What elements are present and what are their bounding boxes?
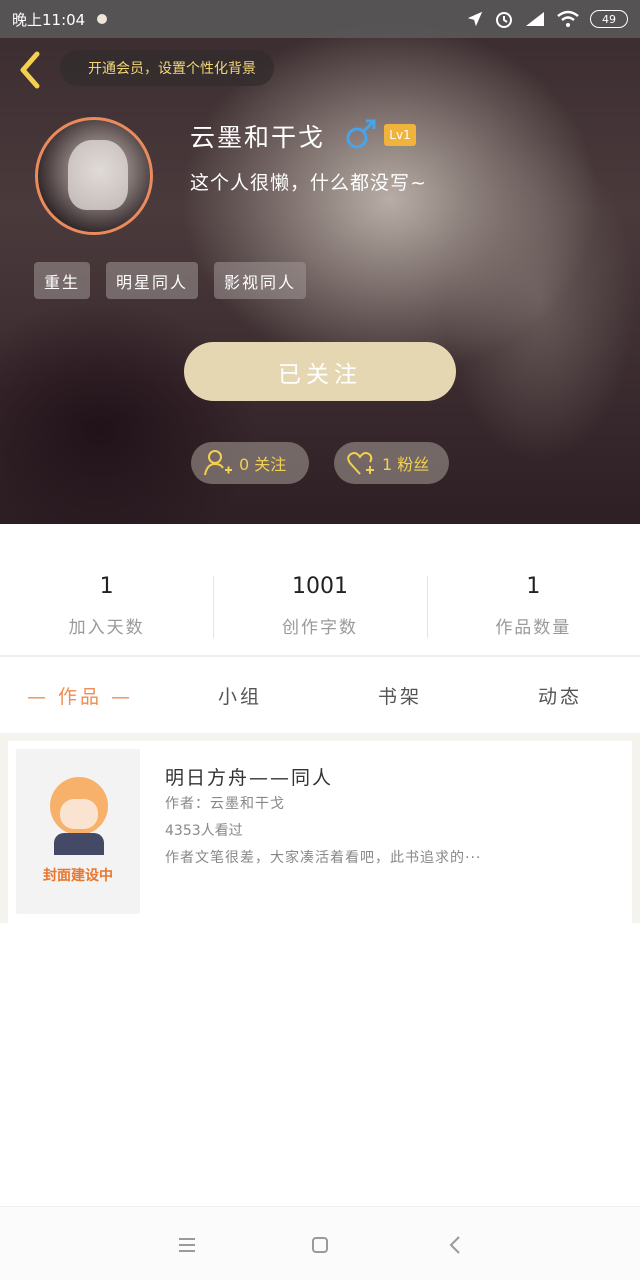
user-bio: 这个人很懒，什么都没写~ [190, 172, 427, 194]
profile-header: 晚上11:04 49 开通会员，设置个性化背景 云墨和干戈 Lv1 这个人很懒，… [0, 0, 640, 524]
chevron-left-icon [449, 1236, 460, 1254]
stat-value: 1 [99, 574, 114, 599]
battery-icon: 49 [590, 10, 628, 28]
signal-icon [526, 12, 544, 26]
fans-count: 1 粉丝 [382, 455, 430, 474]
back-button[interactable] [12, 48, 48, 92]
stat-label: 作品数量 [495, 618, 572, 638]
male-gender-icon [346, 119, 376, 149]
book-cover[interactable]: 封面建设中 [16, 749, 140, 914]
heart-plus-icon [347, 452, 374, 475]
tab-groups[interactable]: 小组 [160, 657, 320, 733]
mascot-icon [50, 777, 108, 835]
following-button[interactable]: 0 关注 [191, 442, 309, 484]
tab-bookshelf[interactable]: 书架 [320, 657, 480, 733]
level-badge: Lv1 [384, 124, 416, 146]
add-user-icon [204, 450, 232, 476]
home-button[interactable] [306, 1231, 334, 1259]
alarm-icon [496, 12, 512, 28]
profile-stats: 1 加入天数 1001 创作字数 1 作品数量 [0, 574, 640, 638]
avatar[interactable] [35, 117, 153, 235]
book-author: 作者：云墨和干戈 [165, 796, 285, 812]
book-title[interactable]: 明日方舟——同人 [165, 763, 333, 790]
username: 云墨和干戈 [190, 123, 326, 152]
stat-works-count: 1 作品数量 [426, 574, 640, 638]
tag-list: 重生 明星同人 影视同人 [34, 262, 307, 299]
book-views: 4353人看过 [165, 823, 243, 839]
status-bar: 晚上11:04 49 [0, 0, 640, 38]
tag-item[interactable]: 重生 [34, 262, 91, 299]
tag-item[interactable]: 明星同人 [106, 262, 199, 299]
book-card[interactable]: 封面建设中 明日方舟——同人 作者：云墨和干戈 4353人看过 作者文笔很差，大… [8, 741, 632, 923]
follow-button[interactable]: 已关注 [184, 342, 456, 401]
stat-label: 创作字数 [281, 618, 358, 638]
location-arrow-icon [467, 11, 483, 27]
tab-activity[interactable]: 动态 [480, 657, 640, 733]
book-description: 作者文笔很差，大家凑活着看吧，此书追求的··· [165, 850, 482, 866]
tag-item[interactable]: 影视同人 [214, 262, 307, 299]
stat-word-count: 1001 创作字数 [213, 574, 426, 638]
menu-icon [179, 1238, 195, 1252]
cover-placeholder-text: 封面建设中 [43, 868, 113, 884]
stat-join-days: 1 加入天数 [0, 574, 213, 638]
square-home-icon [312, 1237, 328, 1253]
stat-value: 1001 [291, 574, 348, 599]
chevron-left-icon [20, 51, 40, 89]
following-count: 0 关注 [239, 455, 287, 474]
status-time: 晚上11:04 [12, 10, 86, 29]
notification-dot-icon [97, 14, 108, 24]
tab-works[interactable]: — 作品 — [0, 657, 160, 733]
menu-button[interactable] [173, 1231, 201, 1259]
stat-label: 加入天数 [68, 618, 145, 638]
tab-bar: — 作品 — 小组 书架 动态 [0, 657, 640, 733]
system-nav-bar [0, 1206, 640, 1280]
fans-button[interactable]: 1 粉丝 [334, 442, 449, 484]
wifi-icon [557, 10, 579, 27]
vip-background-prompt[interactable]: 开通会员，设置个性化背景 [60, 50, 274, 86]
stat-value: 1 [526, 574, 541, 599]
system-back-button[interactable] [441, 1231, 469, 1259]
